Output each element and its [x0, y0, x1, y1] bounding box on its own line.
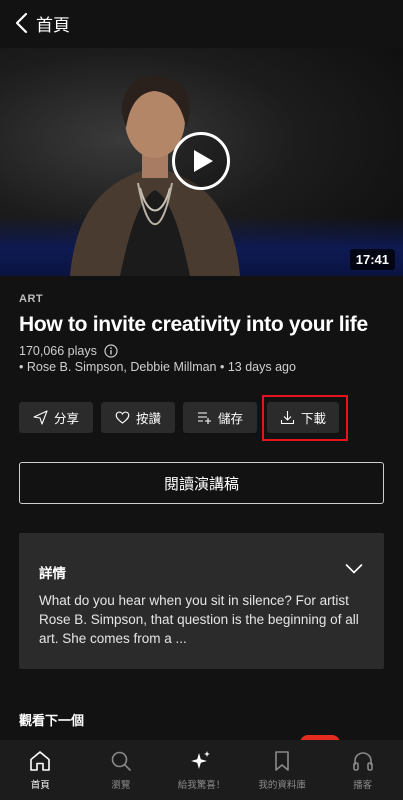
video-player[interactable]: 17:41 — [0, 48, 403, 276]
save-label: 儲存 — [217, 412, 243, 426]
play-icon — [194, 150, 213, 172]
tab-surprise-label: 給我驚喜！ — [177, 780, 226, 791]
sparkle-icon — [191, 751, 211, 769]
details-description: What do you hear when you sit in silence… — [39, 593, 359, 646]
share-label: 分享 — [53, 412, 79, 426]
tab-library[interactable]: 我的資料庫 — [242, 740, 323, 800]
home-icon — [30, 751, 51, 771]
share-icon — [33, 410, 48, 425]
info-icon[interactable] — [104, 344, 118, 358]
chevron-down-icon[interactable] — [345, 563, 363, 575]
back-button[interactable]: 首頁 — [14, 11, 70, 36]
read-transcript-button[interactable]: 閱讀演講稿 — [19, 462, 384, 504]
tab-bar: 首頁 瀏覽 給我驚喜！ 我的資料庫 播客 — [0, 740, 403, 800]
duration-badge: 17:41 — [349, 249, 395, 270]
details-heading: 詳情 — [39, 566, 66, 581]
share-button[interactable]: 分享 — [19, 402, 93, 433]
tab-surprise[interactable]: 給我驚喜！ — [161, 740, 242, 800]
tab-podcasts[interactable]: 播客 — [322, 740, 403, 800]
plays-count: 170,066 plays — [19, 344, 97, 358]
top-bar: 首頁 — [0, 0, 403, 46]
tab-home-label: 首頁 — [30, 780, 50, 791]
tab-podcasts-label: 播客 — [353, 780, 373, 791]
plays-row: 170,066 plays — [19, 344, 118, 358]
play-button[interactable] — [172, 132, 230, 190]
add-to-list-icon — [197, 412, 211, 424]
chevron-left-icon — [15, 12, 28, 34]
details-panel: 詳情 What do you hear when you sit in sile… — [19, 533, 384, 669]
tab-home[interactable]: 首頁 — [0, 740, 81, 800]
tab-library-label: 我的資料庫 — [258, 780, 306, 791]
bookmark-icon — [275, 751, 289, 771]
tab-browse-label: 瀏覽 — [111, 780, 131, 791]
download-highlight-box — [262, 395, 348, 441]
back-label: 首頁 — [36, 15, 70, 35]
category-label[interactable]: ART — [19, 293, 43, 305]
heart-icon — [115, 411, 130, 424]
like-button[interactable]: 按讚 — [101, 402, 175, 433]
tab-browse[interactable]: 瀏覽 — [81, 740, 162, 800]
save-button[interactable]: 儲存 — [183, 402, 257, 433]
headphones-icon — [352, 752, 373, 771]
speakers-line: • Rose B. Simpson, Debbie Millman • 13 d… — [19, 360, 296, 374]
like-label: 按讚 — [135, 412, 161, 426]
search-icon — [111, 751, 131, 771]
talk-title: How to invite creativity into your life — [19, 313, 368, 336]
up-next-heading: 觀看下一個 — [19, 713, 85, 728]
